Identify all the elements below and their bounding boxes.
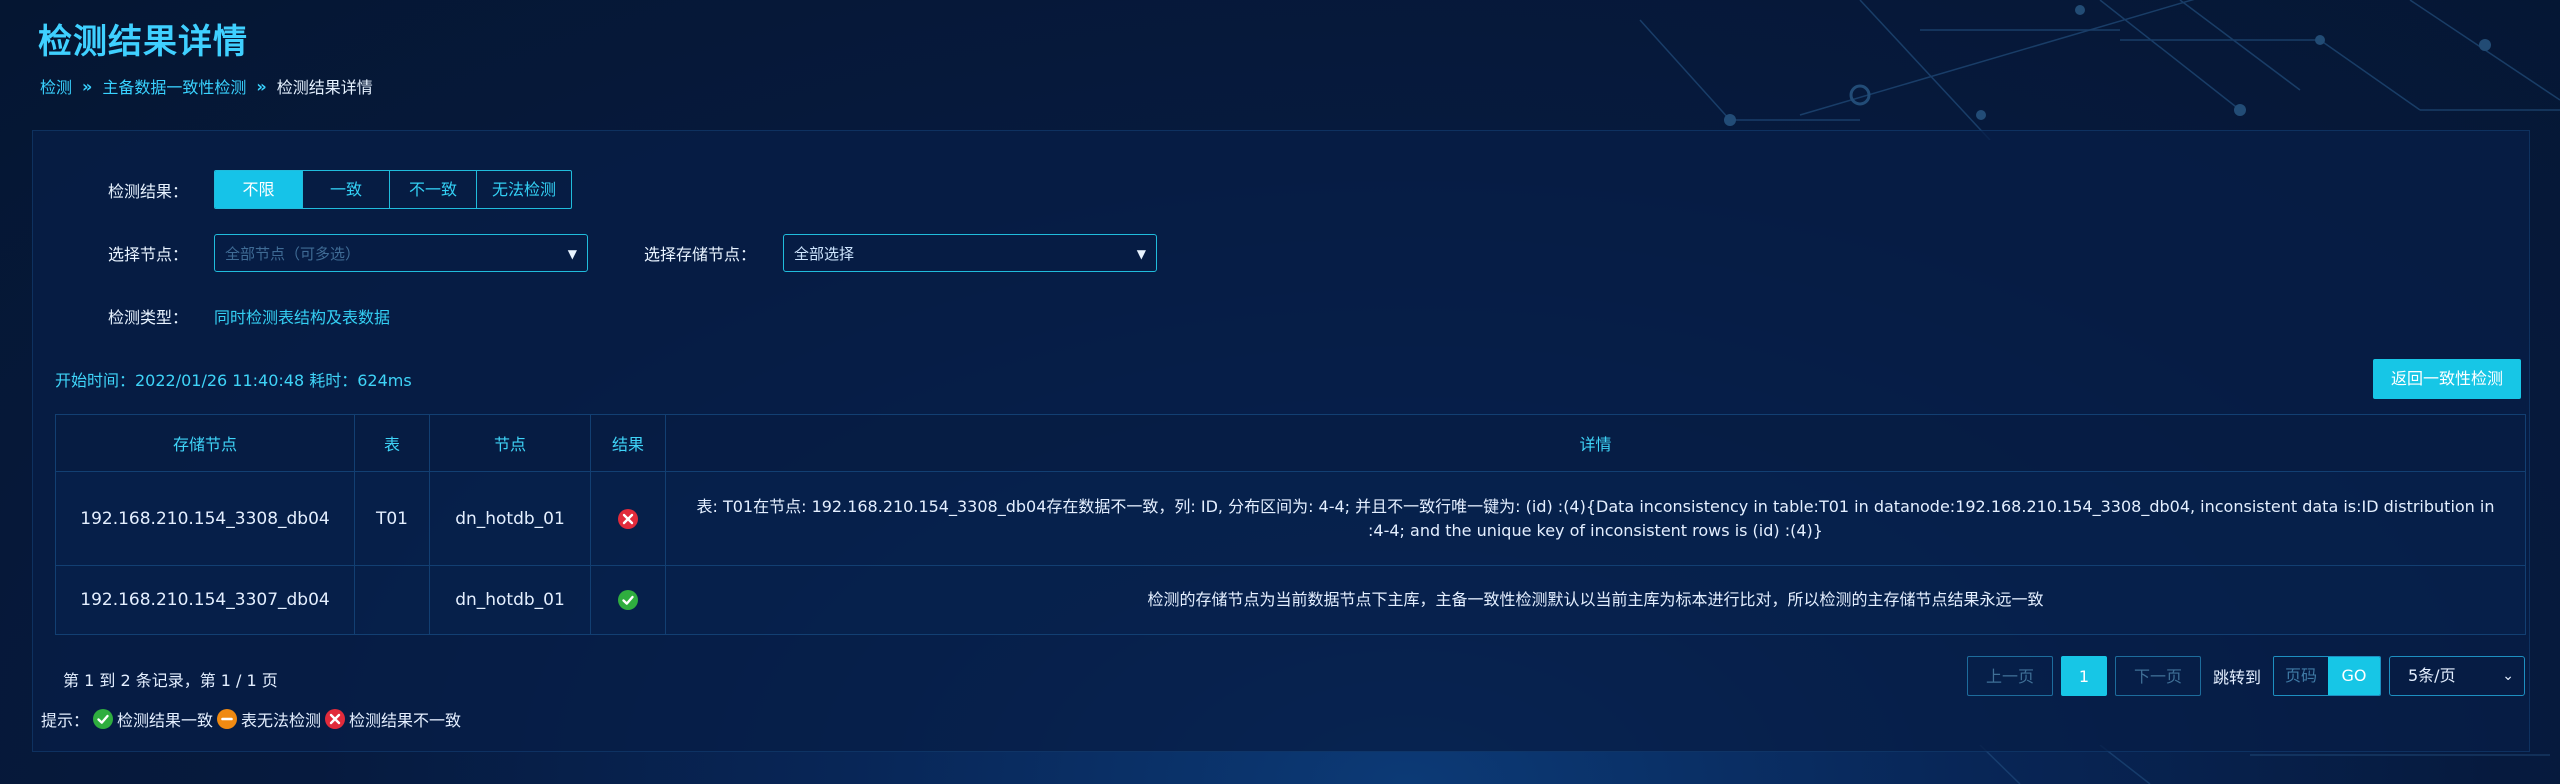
result-panel: 检测结果： 不限 一致 不一致 无法检测 选择节点： 全部节点（可多选） ▼ 选… [32,130,2530,752]
jump-group: 页码 GO [2273,656,2381,696]
chevron-down-icon: ▼ [567,247,577,261]
cell-node: dn_hotdb_01 [429,471,591,566]
breadcrumb-detect[interactable]: 检测 [40,74,72,98]
pagination-summary: 第 1 到 2 条记录，第 1 / 1 页 [63,671,278,690]
node-filter-label: 选择节点： [108,245,189,264]
legend-err-label: 检测结果不一致 [349,711,462,730]
legend-warn-label: 表无法检测 [241,711,322,730]
jump-to-label: 跳转到 [2212,668,2261,687]
cell-table: T01 [354,471,430,566]
cell-storage-node: 192.168.210.154_3307_db04 [55,565,355,635]
result-filter-label: 检测结果： [108,181,189,201]
result-filter-row: 检测结果： 不限 一致 不一致 无法检测 [108,170,572,209]
cell-storage-node: 192.168.210.154_3308_db04 [55,471,355,566]
back-to-consistency-button[interactable]: 返回一致性检测 [2373,359,2521,399]
header-storage-node: 存储节点 [55,414,355,472]
pagination: 上一页 1 下一页 跳转到 页码 GO 5条/页 ⌄ [1966,656,2525,696]
breadcrumb-current: 检测结果详情 [276,78,373,97]
header-table: 表 [354,414,430,472]
node-select[interactable]: 全部节点（可多选） ▼ [214,234,588,272]
result-option-consistent[interactable]: 一致 [303,171,390,208]
check-icon [618,590,638,610]
check-icon [93,709,114,729]
error-icon [325,709,346,729]
node-filter-row: 选择节点： 全部节点（可多选） ▼ 选择存储节点： 全部选择 ▼ [108,234,1157,272]
type-value: 同时检测表结构及表数据 [214,308,391,327]
cell-detail: 检测的存储节点为当前数据节点下主库，主备一致性检测默认以当前主库为标本进行比对，… [665,565,2526,635]
error-icon [618,508,638,529]
page-number-input[interactable]: 页码 [2274,657,2328,695]
breadcrumb-separator-icon: » [256,76,267,96]
table-row: 192.168.210.154_3308_db04 T01 dn_hotdb_0… [55,471,2526,566]
cell-node: dn_hotdb_01 [429,565,591,635]
type-row: 检测类型： 同时检测表结构及表数据 [108,304,390,328]
page-size-select[interactable]: 5条/页 ⌄ [2389,656,2525,696]
node-select-placeholder: 全部节点（可多选） [225,245,361,263]
result-option-undetectable[interactable]: 无法检测 [477,171,571,208]
breadcrumb-separator-icon: » [82,76,93,96]
chevron-down-icon: ▼ [1136,247,1146,261]
breadcrumb-consistency-check[interactable]: 主备数据一致性检测 [102,74,246,98]
legend-ok-label: 检测结果一致 [117,711,214,730]
next-page-button[interactable]: 下一页 [2114,656,2201,696]
table-row: 192.168.210.154_3307_db04 dn_hotdb_01 检测… [55,565,2526,635]
storage-node-filter-label: 选择存储节点： [644,245,757,264]
header-node: 节点 [429,414,591,472]
result-option-inconsistent[interactable]: 不一致 [390,171,477,208]
legend-prefix: 提示： [41,711,90,730]
breadcrumb: 检测 » 主备数据一致性检测 » 检测结果详情 [40,74,373,98]
result-filter-segmented: 不限 一致 不一致 无法检测 [214,170,572,209]
result-option-all[interactable]: 不限 [215,171,303,208]
page-title: 检测结果详情 [38,22,248,62]
header-result: 结果 [590,414,666,472]
cell-detail: 表: T01在节点: 192.168.210.154_3308_db04存在数据… [665,471,2526,566]
cell-table [354,565,430,635]
page-1-button[interactable]: 1 [2060,656,2107,696]
table-header-row: 存储节点 表 节点 结果 详情 [55,414,2526,472]
chevron-down-icon: ⌄ [2502,668,2514,684]
header-detail: 详情 [665,414,2526,472]
type-label: 检测类型： [108,308,189,327]
cell-result [590,471,666,566]
storage-node-select[interactable]: 全部选择 ▼ [783,234,1157,272]
minus-icon [217,709,238,729]
storage-node-select-value: 全部选择 [794,245,855,263]
background-circuit-decoration [1639,0,2560,140]
page-size-value: 5条/页 [2408,666,2456,685]
go-button[interactable]: GO [2328,657,2380,695]
start-time-duration: 开始时间：2022/01/26 11:40:48 耗时：624ms [55,371,412,390]
result-table: 存储节点 表 节点 结果 详情 192.168.210.154_3308_db0… [55,414,2526,635]
cell-result [590,565,666,635]
legend: 提示： 检测结果一致 表无法检测 检测结果不一致 [41,707,461,731]
prev-page-button[interactable]: 上一页 [1966,656,2053,696]
